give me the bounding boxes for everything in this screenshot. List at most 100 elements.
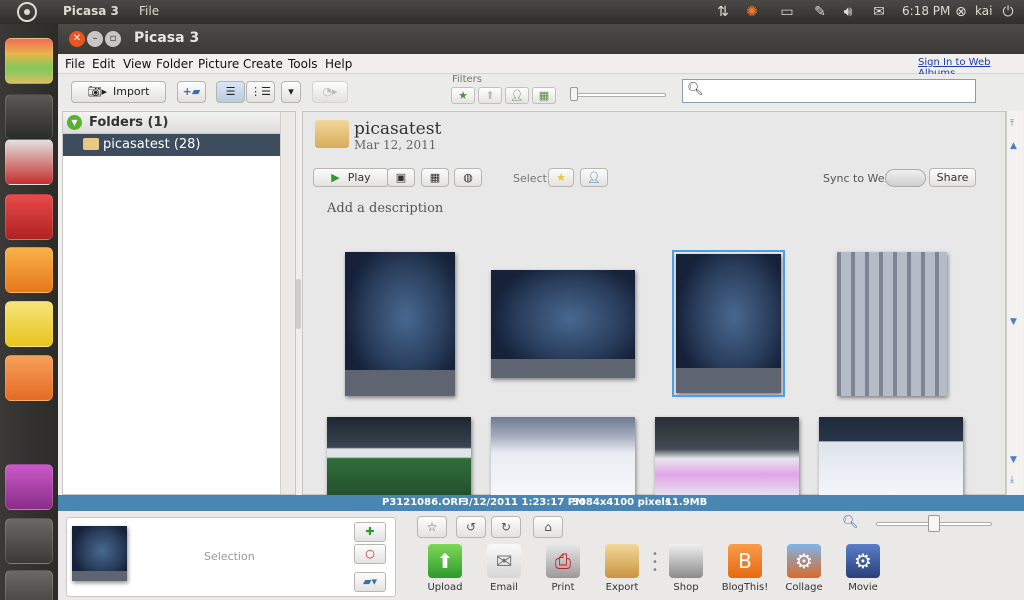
library-scrollbar[interactable]: ⤒ ▲ ▼ ▼ ⤓ xyxy=(1006,111,1023,495)
battery-icon[interactable]: ▭ xyxy=(774,3,800,21)
filter-starred-button[interactable]: ★ xyxy=(451,87,475,104)
file-manager-icon[interactable] xyxy=(5,518,53,564)
scissors-icon[interactable] xyxy=(5,570,53,600)
maximize-icon[interactable]: ▫ xyxy=(105,31,121,47)
view-dropdown-button[interactable]: ▾ xyxy=(281,81,301,103)
import-button[interactable]: 📷︎▸ Import xyxy=(71,81,166,103)
menu-create[interactable]: Create xyxy=(243,57,283,71)
play-button[interactable]: ▶ Play xyxy=(313,168,389,187)
collage-button[interactable]: ⚙ Collage xyxy=(776,544,832,598)
photo-thumbnail[interactable] xyxy=(837,252,947,396)
terminal-icon[interactable] xyxy=(5,94,53,140)
album-title[interactable]: picasatest xyxy=(354,119,441,139)
menu-view[interactable]: View xyxy=(123,57,151,71)
installer-icon[interactable] xyxy=(5,194,53,240)
add-to-album-tray-button[interactable]: ▰▾ xyxy=(354,572,386,592)
menu-picture[interactable]: Picture xyxy=(198,57,239,71)
menu-edit[interactable]: Edit xyxy=(92,57,115,71)
menu-folder[interactable]: Folder xyxy=(156,57,193,71)
album-date[interactable]: Mar 12, 2011 xyxy=(354,138,436,152)
photo-thumbnail[interactable] xyxy=(655,417,799,497)
sun-icon[interactable]: ✺ xyxy=(742,3,762,21)
tree-view-button[interactable]: ⋮☰ xyxy=(246,81,275,103)
hold-button[interactable]: ✚ xyxy=(354,522,386,542)
clear-button[interactable]: ○ xyxy=(354,544,386,564)
scroll-top-icon[interactable]: ⤒ xyxy=(1010,119,1014,129)
sync-toggle[interactable] xyxy=(885,169,926,187)
scroll-bottom-icon[interactable]: ⤓ xyxy=(1010,475,1014,485)
menu-file[interactable]: File xyxy=(65,57,85,71)
power-icon[interactable]: ⏻ xyxy=(998,3,1018,21)
geotag-button[interactable]: ◍ xyxy=(454,168,482,187)
starburst-icon[interactable] xyxy=(5,247,53,293)
status-bar: P3121086.ORF 3/12/2011 1:23:17 PM 3084x4… xyxy=(58,495,1024,511)
files-stack-icon[interactable] xyxy=(5,38,53,84)
photo-thumbnail[interactable] xyxy=(819,417,963,497)
select-starred-button[interactable]: ★ xyxy=(548,168,574,187)
photo-thumbnail[interactable] xyxy=(327,417,471,497)
folder-panel-scrollbar[interactable] xyxy=(280,112,295,494)
volume-icon[interactable]: 🔊︎ xyxy=(838,3,858,21)
scroll-page-down-icon[interactable]: ▼ xyxy=(1010,455,1017,465)
mail-icon[interactable]: ✉ xyxy=(869,3,889,21)
tag-button[interactable]: ⌂ xyxy=(533,516,563,538)
user-status-icon[interactable]: ⊗ xyxy=(951,3,971,21)
search-input[interactable]: 🔍︎ xyxy=(682,79,976,103)
rotate-right-button[interactable]: ↻ xyxy=(491,516,521,538)
movie-button[interactable]: ⚙ Movie xyxy=(835,544,891,598)
panel-splitter[interactable] xyxy=(296,279,301,329)
shop-icon xyxy=(669,544,703,578)
minimize-icon[interactable]: – xyxy=(87,31,103,47)
filter-movies-button[interactable]: ▦ xyxy=(532,87,556,104)
album-description[interactable]: Add a description xyxy=(327,201,443,216)
folder-item-picasatest[interactable]: picasatest (28) xyxy=(63,134,280,156)
export-button[interactable]: Export xyxy=(594,544,650,598)
folders-header[interactable]: ▼ Folders (1) xyxy=(63,112,280,134)
filter-slider-track[interactable] xyxy=(574,93,666,97)
filter-slider-thumb[interactable] xyxy=(570,87,578,101)
collapse-arrow-icon[interactable]: ▼ xyxy=(67,115,82,130)
red-book-icon[interactable] xyxy=(5,139,53,185)
star-button[interactable]: ☆ xyxy=(417,516,447,538)
people-button[interactable]: ◔▸ xyxy=(312,81,348,103)
add-to-album-button[interactable]: +▰ xyxy=(177,81,206,103)
filter-faces-button[interactable]: 👤︎ xyxy=(505,87,529,104)
menu-help[interactable]: Help xyxy=(325,57,352,71)
ubuntu-logo-icon[interactable] xyxy=(17,2,37,22)
rotate-left-icon: ↺ xyxy=(465,520,477,534)
blogthis-button[interactable]: B BlogThis! xyxy=(717,544,773,598)
collage-small-button[interactable]: ▣ xyxy=(387,168,415,187)
print-button[interactable]: ⎙ Print xyxy=(535,544,591,598)
photo-thumbnail[interactable] xyxy=(491,270,635,378)
panel-menu-file[interactable]: File xyxy=(139,4,159,18)
rotate-left-button[interactable]: ↺ xyxy=(456,516,486,538)
select-people-button[interactable]: 👤︎ xyxy=(580,168,608,187)
upload-button[interactable]: ⬆ Upload xyxy=(417,544,473,598)
scroll-up-icon[interactable]: ▲ xyxy=(1010,141,1017,151)
close-icon[interactable]: ✕ xyxy=(69,31,85,47)
clock[interactable]: 6:18 PM xyxy=(902,4,950,18)
menu-bar: File Edit View Folder Picture Create Too… xyxy=(58,54,1024,79)
thumbnail-view-button[interactable]: ☰ xyxy=(216,81,245,103)
library-view: picasatest Mar 12, 2011 ▶ Play ▣ ▦ ◍ Sele… xyxy=(302,111,1006,497)
movie-label: Movie xyxy=(848,582,878,593)
email-button[interactable]: ✉ Email xyxy=(476,544,532,598)
photo-thumbnail[interactable] xyxy=(345,252,455,396)
movie-small-button[interactable]: ▦ xyxy=(421,168,449,187)
photo-thumbnail-selected[interactable] xyxy=(672,250,785,397)
title-bar[interactable]: ✕ – ▫ Picasa 3 xyxy=(58,24,1024,54)
photo-thumbnail[interactable] xyxy=(491,417,635,497)
notepad-icon[interactable] xyxy=(5,301,53,347)
menu-tools[interactable]: Tools xyxy=(288,57,318,71)
thumbnail-size-thumb[interactable] xyxy=(928,515,940,532)
filter-uploaded-button[interactable]: ⬆ xyxy=(478,87,502,104)
user-name[interactable]: kai xyxy=(975,4,992,18)
note-icon[interactable]: ✎ xyxy=(810,3,830,21)
transfer-icon[interactable]: ⇅ xyxy=(713,3,733,21)
share-button[interactable]: Share xyxy=(929,168,976,187)
pink-window-icon[interactable] xyxy=(5,464,53,510)
scroll-down-icon[interactable]: ▼ xyxy=(1010,317,1017,327)
folder-app-icon[interactable] xyxy=(5,355,53,401)
shop-button[interactable]: Shop xyxy=(658,544,714,598)
tray-thumbnail[interactable] xyxy=(72,526,127,581)
